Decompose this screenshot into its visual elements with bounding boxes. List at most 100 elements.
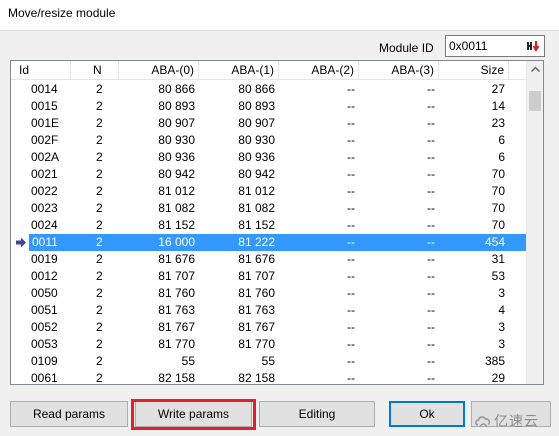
cell-aba3: -- bbox=[427, 286, 435, 300]
column-header-aba0[interactable]: ABA-(0) bbox=[119, 61, 199, 80]
table-row[interactable]: 0019 2 81 676 81 676 -- -- 31 bbox=[11, 251, 527, 268]
table-row[interactable]: 0022 2 81 012 81 012 -- -- 70 bbox=[11, 183, 527, 200]
cell-n: 2 bbox=[96, 150, 103, 164]
cell-n: 2 bbox=[96, 337, 103, 351]
table-row[interactable]: 0052 2 81 767 81 767 -- -- 3 bbox=[11, 319, 527, 336]
cell-aba3: -- bbox=[427, 303, 435, 317]
table-row[interactable]: 0024 2 81 152 81 152 -- -- 70 bbox=[11, 217, 527, 234]
table-row[interactable]: 0051 2 81 763 81 763 -- -- 4 bbox=[11, 302, 527, 319]
cell-aba1: 81 012 bbox=[238, 184, 275, 198]
cell-n: 2 bbox=[96, 252, 103, 266]
cell-id: 0023 bbox=[31, 201, 58, 215]
list-body: 0014 2 80 866 80 866 -- -- 27 0015 2 80 893 80 893… bbox=[11, 81, 527, 384]
list-header: Id N ABA-(0) ABA-(1) ABA-(2) ABA-(3) Size bbox=[11, 61, 527, 80]
cell-aba2: -- bbox=[347, 99, 355, 113]
table-row-selected[interactable]: 0011 2 16 000 81 222 -- -- 454 bbox=[29, 234, 527, 251]
cell-id: 0019 bbox=[31, 252, 58, 266]
column-header-size[interactable]: Size bbox=[439, 61, 509, 80]
column-header-n[interactable]: N bbox=[71, 61, 119, 80]
table-row[interactable]: 0015 2 80 893 80 893 -- -- 14 bbox=[11, 98, 527, 115]
cell-aba3: -- bbox=[427, 150, 435, 164]
cell-aba1: 80 936 bbox=[238, 150, 275, 164]
table-row[interactable]: 0014 2 80 866 80 866 -- -- 27 bbox=[11, 81, 527, 98]
cell-size: 6 bbox=[498, 150, 505, 164]
column-header-label: ABA-(2) bbox=[311, 63, 354, 77]
cell-aba0: 80 893 bbox=[158, 99, 195, 113]
watermark-text: 亿速云 bbox=[494, 413, 539, 429]
cell-aba1: 81 707 bbox=[238, 269, 275, 283]
cell-aba2: -- bbox=[347, 252, 355, 266]
cell-size: 385 bbox=[484, 354, 505, 368]
cell-id: 0109 bbox=[31, 354, 58, 368]
cell-size: 31 bbox=[491, 252, 505, 266]
cell-aba0: 81 770 bbox=[158, 337, 195, 351]
table-row[interactable]: 002A 2 80 936 80 936 -- -- 6 bbox=[11, 149, 527, 166]
watermark: 亿速云 bbox=[474, 411, 554, 431]
cell-aba1: 80 893 bbox=[238, 99, 275, 113]
cell-aba2: -- bbox=[347, 337, 355, 351]
ok-button[interactable]: Ok bbox=[389, 401, 465, 427]
table-row[interactable]: 0023 2 81 082 81 082 -- -- 70 bbox=[11, 200, 527, 217]
table-row[interactable]: 002F 2 80 930 80 930 -- -- 6 bbox=[11, 132, 527, 149]
cell-aba1: 80 907 bbox=[238, 116, 275, 130]
column-header-aba2[interactable]: ABA-(2) bbox=[279, 61, 359, 80]
table-row[interactable]: 0061 2 82 158 82 158 -- -- 29 bbox=[11, 370, 527, 384]
column-header-label: Size bbox=[480, 63, 504, 77]
cell-aba2: -- bbox=[347, 150, 355, 164]
table-row[interactable]: 001E 2 80 907 80 907 -- -- 23 bbox=[11, 115, 527, 132]
cell-aba3: -- bbox=[427, 99, 435, 113]
cell-aba1: 81 770 bbox=[238, 337, 275, 351]
cell-size: 14 bbox=[491, 99, 505, 113]
cell-aba3: -- bbox=[427, 184, 435, 198]
table-row[interactable]: 0012 2 81 707 81 707 -- -- 53 bbox=[11, 268, 527, 285]
cell-aba1: 81 222 bbox=[238, 235, 275, 249]
cell-id: 001E bbox=[31, 116, 60, 130]
module-id-input[interactable] bbox=[446, 36, 524, 56]
cell-n: 2 bbox=[96, 303, 103, 317]
scroll-up-icon[interactable] bbox=[527, 61, 544, 78]
cell-id: 0052 bbox=[31, 320, 58, 334]
cell-size: 3 bbox=[498, 337, 505, 351]
column-header-id[interactable]: Id bbox=[11, 61, 71, 80]
table-row[interactable]: 0053 2 81 770 81 770 -- -- 3 bbox=[11, 336, 527, 353]
cell-aba2: -- bbox=[347, 320, 355, 334]
cell-aba2: -- bbox=[347, 235, 355, 249]
table-row[interactable]: 0050 2 81 760 81 760 -- -- 3 bbox=[11, 285, 527, 302]
column-header-aba3[interactable]: ABA-(3) bbox=[359, 61, 439, 80]
cell-aba3: -- bbox=[427, 116, 435, 130]
vertical-scrollbar[interactable] bbox=[526, 61, 543, 384]
cell-n: 2 bbox=[96, 354, 103, 368]
cell-aba1: 80 942 bbox=[238, 167, 275, 181]
cell-aba3: -- bbox=[427, 201, 435, 215]
cell-n: 2 bbox=[96, 201, 103, 215]
read-params-button[interactable]: Read params bbox=[10, 401, 128, 427]
cell-n: 2 bbox=[96, 235, 103, 249]
cell-size: 53 bbox=[491, 269, 505, 283]
hex-dec-toggle-icon[interactable] bbox=[526, 39, 540, 53]
cell-aba0: 81 707 bbox=[158, 269, 195, 283]
cell-aba1: 80 866 bbox=[238, 82, 275, 96]
cell-aba2: -- bbox=[347, 116, 355, 130]
cell-size: 454 bbox=[484, 235, 505, 249]
table-row[interactable]: 0109 2 55 55 -- -- 385 bbox=[11, 353, 527, 370]
cell-aba2: -- bbox=[347, 201, 355, 215]
module-list[interactable]: Id N ABA-(0) ABA-(1) ABA-(2) ABA-(3) Size 0014… bbox=[10, 60, 544, 385]
cell-aba2: -- bbox=[347, 184, 355, 198]
cell-size: 27 bbox=[491, 82, 505, 96]
table-row[interactable]: 0021 2 80 942 80 942 -- -- 70 bbox=[11, 166, 527, 183]
cell-aba0: 80 930 bbox=[158, 133, 195, 147]
cell-aba3: -- bbox=[427, 337, 435, 351]
cell-aba3: -- bbox=[427, 252, 435, 266]
editing-button[interactable]: Editing bbox=[259, 401, 375, 427]
module-id-field[interactable] bbox=[445, 35, 545, 57]
cell-aba0: 81 767 bbox=[158, 320, 195, 334]
column-header-aba1[interactable]: ABA-(1) bbox=[199, 61, 279, 80]
scroll-thumb[interactable] bbox=[529, 91, 541, 111]
cell-size: 23 bbox=[491, 116, 505, 130]
cell-aba0: 55 bbox=[181, 354, 195, 368]
cell-aba2: -- bbox=[347, 303, 355, 317]
cell-id: 0024 bbox=[31, 218, 58, 232]
column-header-label: Id bbox=[19, 63, 30, 77]
cell-id: 0050 bbox=[31, 286, 58, 300]
cell-n: 2 bbox=[96, 269, 103, 283]
